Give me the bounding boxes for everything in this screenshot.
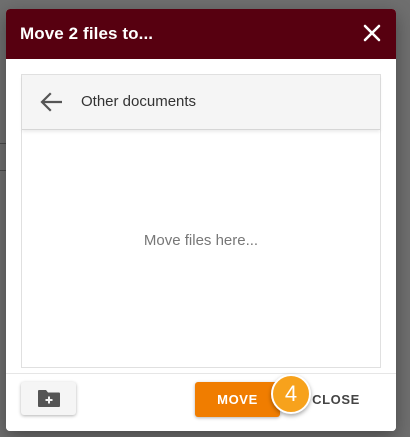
move-button[interactable]: MOVE [195,382,280,417]
drop-zone-message: Move files here... [143,232,259,249]
folder-navigator-header: Other documents [22,75,380,130]
arrow-left-icon[interactable] [40,92,62,112]
step-badge: 4 [271,374,311,414]
dialog-title: Move 2 files to... [20,24,154,43]
close-icon[interactable] [362,23,382,43]
current-folder-name: Other documents [81,93,197,110]
create-new-folder-icon [38,390,60,407]
move-files-dialog: Move 2 files to... Other documents Move … [6,9,396,431]
close-button[interactable]: CLOSE [306,382,366,417]
dialog-footer: MOVE CLOSE 4 [6,373,396,431]
folder-navigator: Other documents Move files here... [21,74,381,368]
dialog-header: Move 2 files to... [6,9,396,59]
new-folder-button[interactable] [21,382,76,415]
